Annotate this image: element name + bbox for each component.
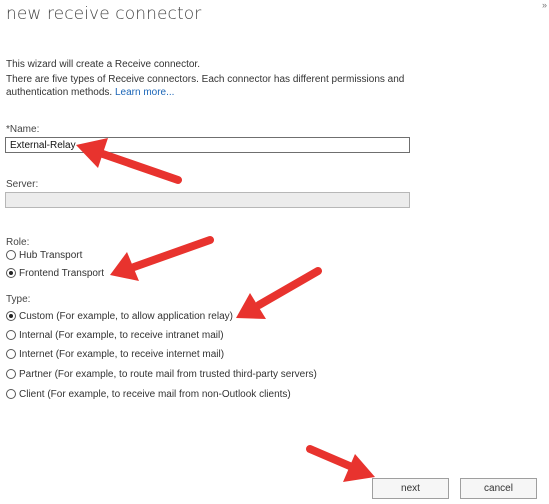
type-option-partner[interactable]: Partner (For example, to route mail from… xyxy=(6,367,317,381)
cancel-button[interactable]: cancel xyxy=(460,478,537,499)
type-option-custom[interactable]: Custom (For example, to allow applicatio… xyxy=(6,309,233,323)
role-label: Role: xyxy=(6,237,30,248)
radio-label: Partner (For example, to route mail from… xyxy=(19,368,317,380)
radio-label: Client (For example, to receive mail fro… xyxy=(19,388,291,400)
radio-label: Custom (For example, to allow applicatio… xyxy=(19,310,233,322)
arrow-to-next-button xyxy=(306,445,375,482)
radio-icon[interactable] xyxy=(6,268,16,278)
radio-icon[interactable] xyxy=(6,311,16,321)
radio-label: Hub Transport xyxy=(19,249,83,261)
type-option-internet[interactable]: Internet (For example, to receive intern… xyxy=(6,347,224,361)
radio-label: Internal (For example, to receive intran… xyxy=(19,329,224,341)
next-button[interactable]: next xyxy=(372,478,449,499)
role-option-frontend-transport[interactable]: Frontend Transport xyxy=(6,266,104,280)
server-label: Server: xyxy=(6,179,39,190)
radio-label: Internet (For example, to receive intern… xyxy=(19,348,225,360)
name-label: *Name: xyxy=(6,124,40,135)
radio-icon[interactable] xyxy=(6,389,16,399)
radio-icon[interactable] xyxy=(6,330,16,340)
intro-line-1: This wizard will create a Receive connec… xyxy=(6,59,200,70)
radio-icon[interactable] xyxy=(6,369,16,379)
name-input[interactable] xyxy=(5,137,410,153)
type-option-client[interactable]: Client (For example, to receive mail fro… xyxy=(6,387,291,401)
intro-description: There are five types of Receive connecto… xyxy=(6,74,405,98)
learn-more-link[interactable]: Learn more... xyxy=(115,87,174,98)
type-option-internal[interactable]: Internal (For example, to receive intran… xyxy=(6,328,224,342)
radio-icon[interactable] xyxy=(6,349,16,359)
radio-icon[interactable] xyxy=(6,250,16,260)
window-corner-mark: » xyxy=(541,0,547,10)
arrow-to-custom-type xyxy=(236,267,322,319)
role-option-hub-transport[interactable]: Hub Transport xyxy=(6,248,82,262)
radio-label: Frontend Transport xyxy=(19,267,105,279)
type-label: Type: xyxy=(6,294,31,305)
intro-line-2: There are five types of Receive connecto… xyxy=(6,73,406,99)
server-input xyxy=(5,192,410,208)
window-title: new receive connector xyxy=(6,4,202,24)
arrow-to-frontend-transport xyxy=(110,236,214,281)
